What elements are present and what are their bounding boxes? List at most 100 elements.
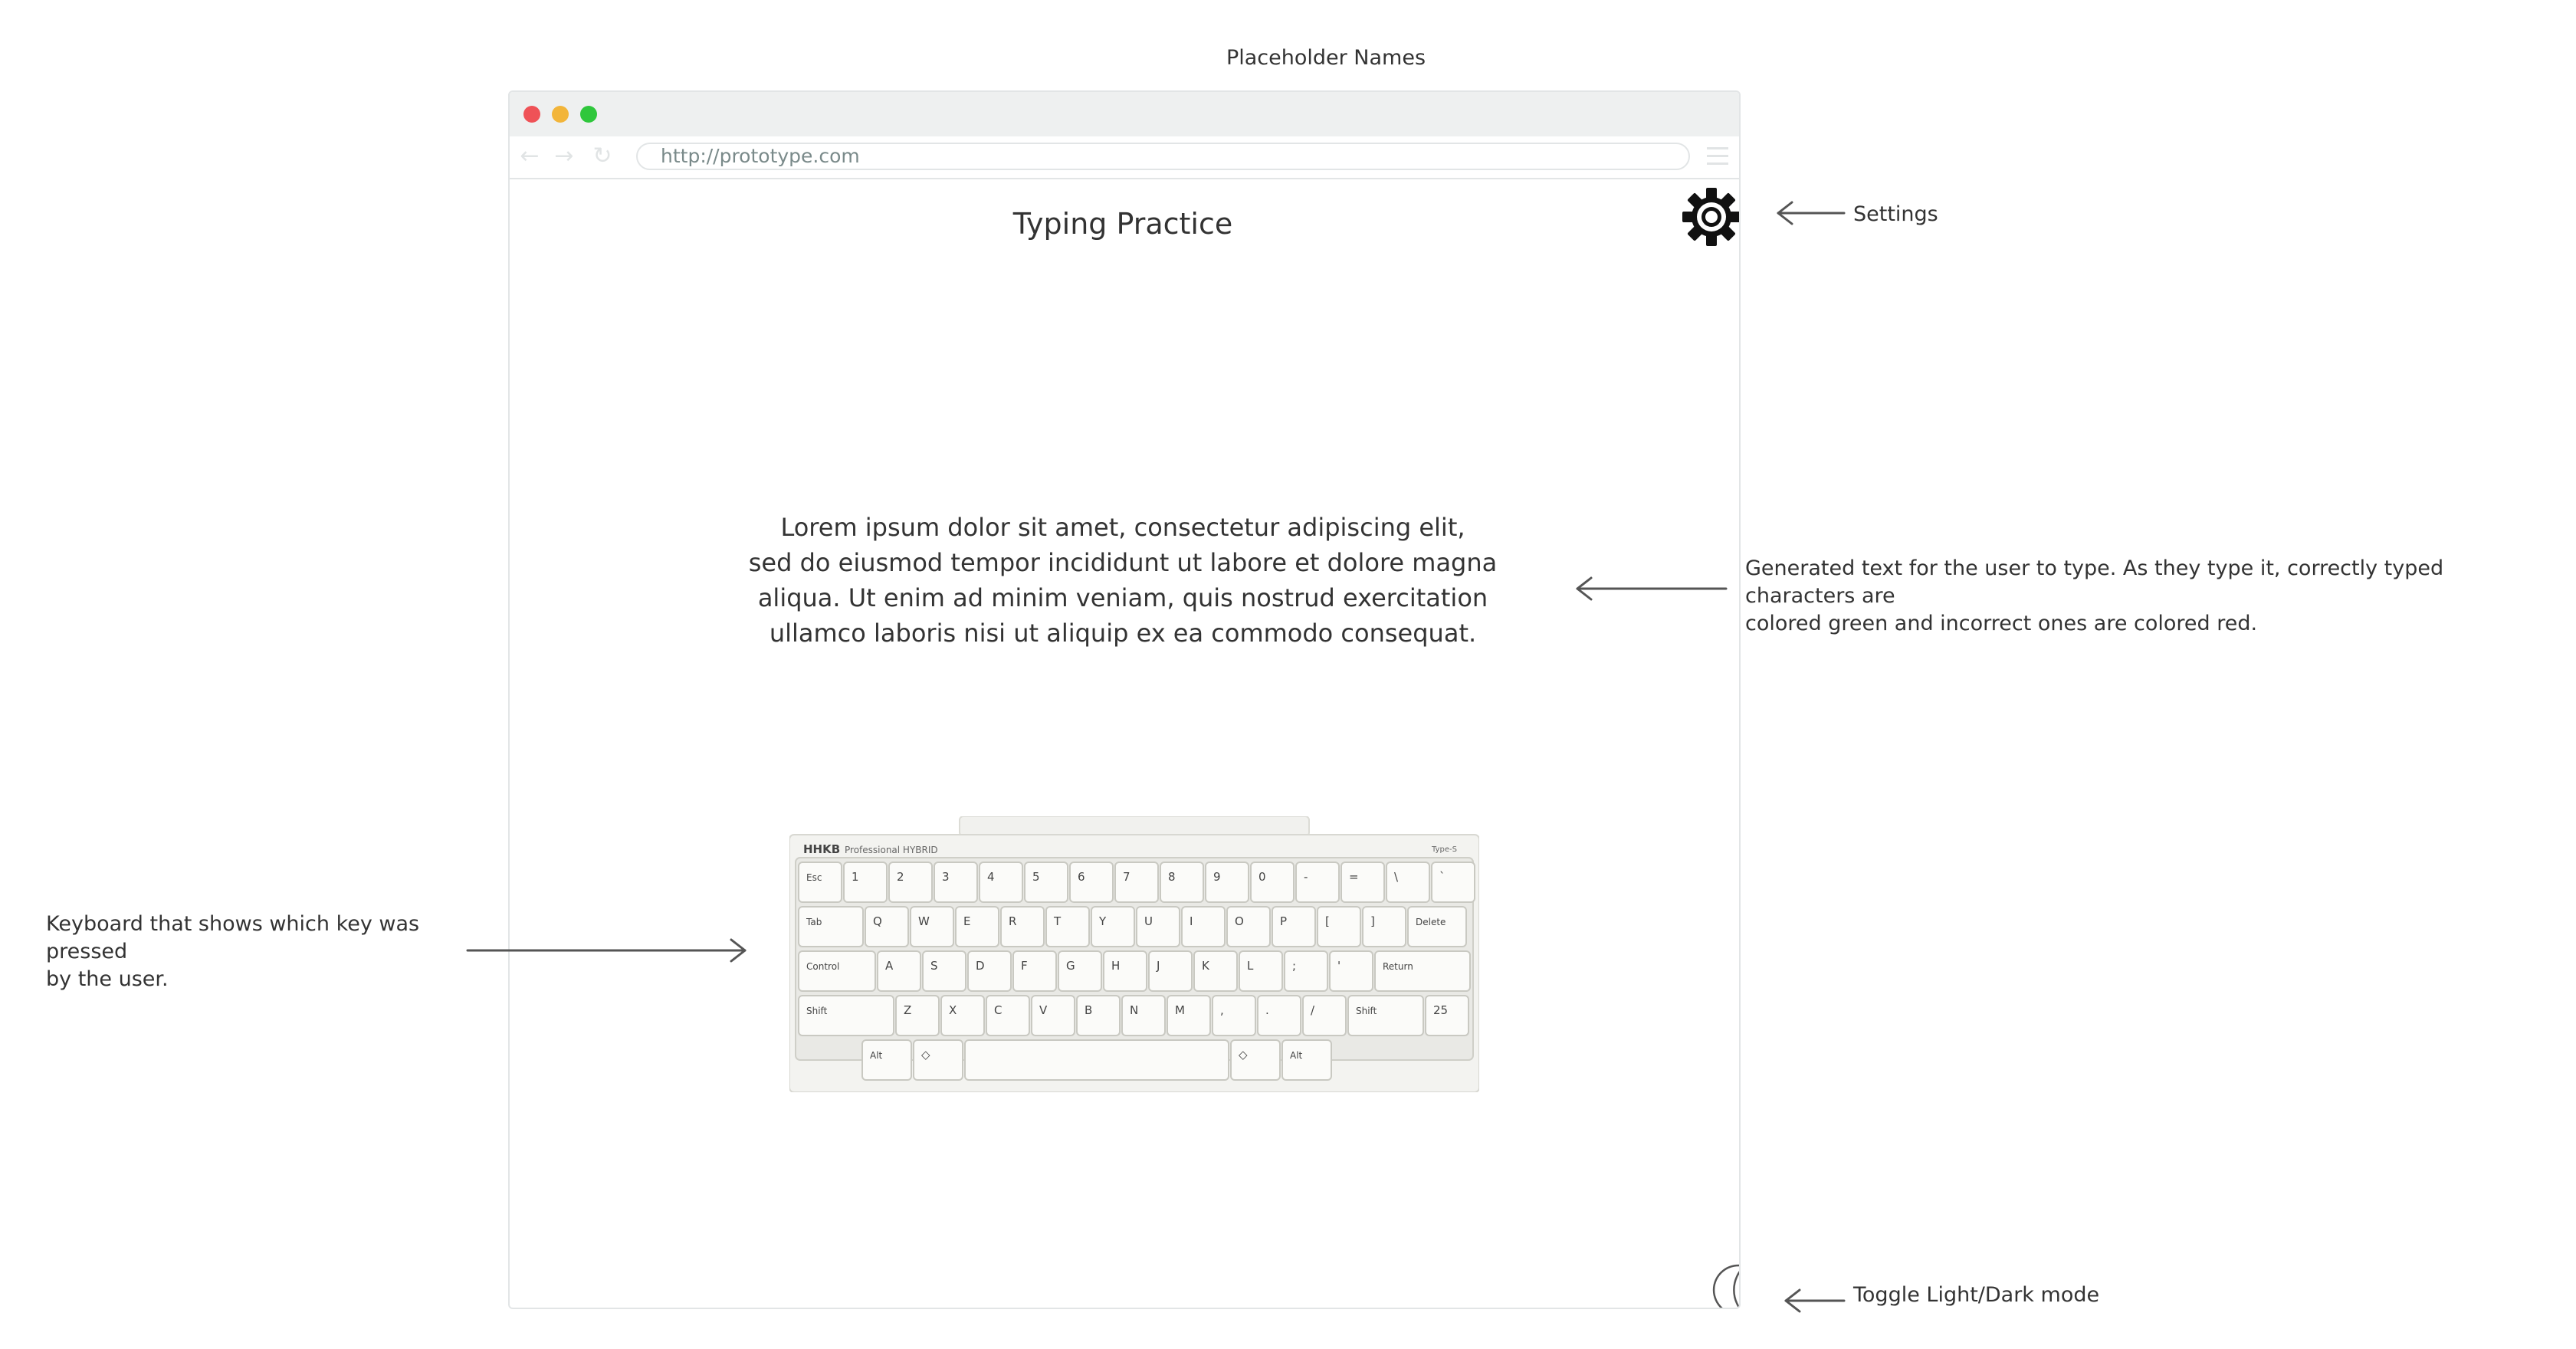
browser-toolbar: ← → ↻ http://prototype.com <box>510 136 1739 179</box>
arrow-to-toggle <box>1784 1288 1846 1313</box>
typing-text-line: sed do eiusmod tempor incididunt ut labo… <box>748 548 1498 577</box>
keyboard-key-label: ` <box>1439 870 1446 884</box>
keyboard-key-label: Control <box>806 961 839 972</box>
theme-toggle-annotation: Toggle Light/Dark mode <box>1853 1283 2100 1307</box>
keyboard-key <box>1341 862 1385 903</box>
keyboard-key <box>1091 906 1135 947</box>
forward-icon[interactable]: → <box>552 144 576 169</box>
keyboard-key-label: E <box>963 914 970 928</box>
keyboard-key <box>1121 995 1166 1036</box>
keyboard-key-label: W <box>918 914 930 928</box>
window-close-button[interactable] <box>523 106 540 123</box>
keyboard-image: HHKB Professional HYBRID Type-S Esc 1 2 3 4 5… <box>789 816 1479 1092</box>
annotation-line: by the user. <box>46 967 169 991</box>
keyboard-key-label: Z <box>904 1003 911 1017</box>
keyboard-key-label: 2 <box>897 870 904 884</box>
keyboard-key <box>865 906 909 947</box>
keyboard-key <box>1000 906 1045 947</box>
keyboard-key-label: X <box>949 1003 957 1017</box>
keyboard-key <box>1160 862 1204 903</box>
keyboard-key <box>955 906 999 947</box>
keyboard-key <box>1076 995 1121 1036</box>
keyboard-key-label: Q <box>873 914 882 928</box>
typing-text-line: Lorem ipsum dolor sit amet, consectetur … <box>780 513 1465 542</box>
keyboard-key <box>1114 862 1159 903</box>
keyboard-key <box>843 862 888 903</box>
keyboard-key <box>1024 862 1068 903</box>
keyboard-key-label: - <box>1304 870 1308 884</box>
keyboard-type: Type-S <box>1431 845 1457 854</box>
url-bar[interactable]: http://prototype.com <box>636 143 1690 170</box>
keyboard-key <box>964 1039 1229 1081</box>
keyboard-key <box>1031 995 1075 1036</box>
window-maximize-button[interactable] <box>580 106 597 123</box>
keyboard-key-label: D <box>976 959 985 973</box>
keyboard-key-label: Tab <box>806 917 822 927</box>
keyboard-key-label: . <box>1265 1003 1269 1017</box>
keyboard-key-label: A <box>885 959 894 973</box>
keyboard-key-label: I <box>1190 914 1193 928</box>
keyboard-key <box>979 862 1023 903</box>
keyboard-key <box>986 995 1030 1036</box>
back-icon[interactable]: ← <box>517 144 542 169</box>
keyboard-key-label: Shift <box>806 1006 828 1016</box>
keyboard-key <box>1386 862 1430 903</box>
keyboard-key-label: ◇ <box>1239 1048 1248 1062</box>
keyboard-key-label: M <box>1175 1003 1185 1017</box>
keyboard-key-label: O <box>1235 914 1244 928</box>
annotation-line: colored green and incorrect ones are col… <box>1745 612 2258 635</box>
keyboard-key <box>888 862 933 903</box>
keyboard-key <box>967 950 1012 992</box>
keyboard-key <box>1012 950 1057 992</box>
keyboard-key <box>1212 995 1256 1036</box>
browser-titlebar <box>510 92 1739 136</box>
keyboard-key-label: Shift <box>1356 1006 1377 1016</box>
keyboard-key <box>910 906 954 947</box>
keyboard-key <box>1167 995 1211 1036</box>
keyboard-key <box>1257 995 1301 1036</box>
generated-text-annotation: Generated text for the user to type. As … <box>1745 555 2558 638</box>
keyboard-key <box>940 995 985 1036</box>
app-title: Typing Practice <box>1012 207 1233 241</box>
keyboard-key-label: Alt <box>1290 1050 1303 1061</box>
keyboard-key-label: L <box>1247 959 1254 973</box>
keyboard-key-label: 0 <box>1258 870 1266 884</box>
annotation-line: Generated text for the user to type. As … <box>1745 556 2444 608</box>
gear-icon[interactable] <box>1681 186 1741 248</box>
keyboard-key-label: , <box>1220 1003 1224 1017</box>
keyboard-key <box>1181 906 1226 947</box>
keyboard-key <box>1302 995 1347 1036</box>
keyboard-key-label: ; <box>1292 959 1296 973</box>
keyboard-key-label: P <box>1280 914 1287 928</box>
keyboard-key-label: 9 <box>1213 870 1221 884</box>
keyboard-key <box>1136 906 1180 947</box>
keyboard-brand: HHKB <box>803 842 840 856</box>
keyboard-key <box>1069 862 1114 903</box>
keyboard-key-label: Return <box>1383 961 1413 972</box>
keyboard-key <box>1239 950 1283 992</box>
keyboard-key-label: 5 <box>1032 870 1040 884</box>
keyboard-key-label: 25 <box>1433 1003 1448 1017</box>
keyboard-key-label: 6 <box>1078 870 1085 884</box>
keyboard-key <box>1431 862 1475 903</box>
keyboard-key <box>1205 862 1249 903</box>
window-minimize-button[interactable] <box>552 106 569 123</box>
keyboard-key <box>1250 862 1295 903</box>
keyboard-key <box>1272 906 1316 947</box>
keyboard-key <box>1226 906 1271 947</box>
keyboard-key-label: K <box>1202 959 1210 973</box>
keyboard-key <box>1148 950 1193 992</box>
keyboard-key <box>1284 950 1328 992</box>
menu-icon[interactable] <box>1707 147 1728 166</box>
keyboard-key-label: 1 <box>852 870 859 884</box>
keyboard-key <box>1045 906 1090 947</box>
keyboard-key <box>922 950 966 992</box>
moon-icon[interactable] <box>1694 1263 1741 1309</box>
keyboard-key-label: ' <box>1337 959 1341 973</box>
keyboard-key-label: H <box>1111 959 1120 973</box>
keyboard-key-label: F <box>1021 959 1028 973</box>
keyboard-key <box>1295 862 1340 903</box>
reload-icon[interactable]: ↻ <box>590 144 615 169</box>
keyboard-key-label: ◇ <box>921 1048 930 1062</box>
keyboard-key-label: ] <box>1370 914 1375 928</box>
